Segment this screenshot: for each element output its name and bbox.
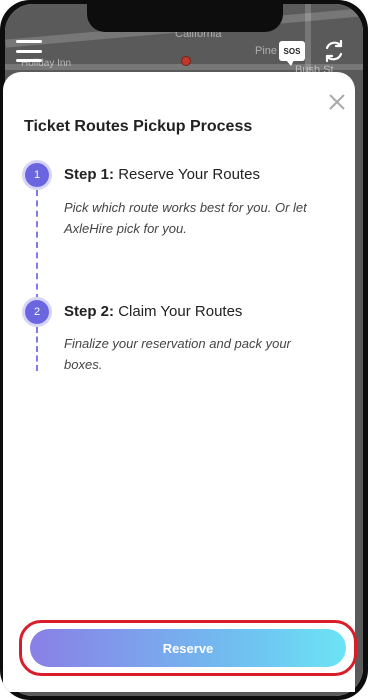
map-pin-icon (181, 56, 191, 66)
step-2-heading: Step 2: Claim Your Routes (64, 303, 242, 320)
reserve-button[interactable]: Reserve (30, 629, 346, 667)
step-connector-line (36, 190, 38, 300)
phone-frame: California Pine Holiday Inn Bush St SOS … (0, 0, 368, 700)
step-1-number-badge: 1 (25, 163, 49, 187)
step-2-description: Finalize your reservation and pack your … (64, 336, 291, 372)
step-1-title: Reserve Your Routes (118, 166, 260, 183)
sos-button[interactable]: SOS (279, 41, 305, 66)
modal-title: Ticket Routes Pickup Process (24, 118, 253, 135)
refresh-icon[interactable] (321, 38, 347, 64)
step-2-prefix: Step 2: (64, 303, 115, 320)
step-2-number-badge: 2 (25, 300, 49, 324)
map-label-street: Pine (255, 45, 278, 57)
hamburger-menu-icon[interactable] (16, 40, 42, 62)
step-1-description: Pick which route works best for you. Or … (64, 200, 307, 236)
close-icon[interactable] (326, 91, 348, 113)
phone-notch (87, 4, 283, 32)
step-1-heading: Step 1: Reserve Your Routes (64, 166, 260, 183)
step-connector-line (36, 327, 38, 371)
step-2-title: Claim Your Routes (118, 303, 243, 320)
pickup-process-modal (3, 72, 355, 692)
sos-label: SOS (283, 46, 301, 56)
step-1-prefix: Step 1: (64, 166, 115, 183)
